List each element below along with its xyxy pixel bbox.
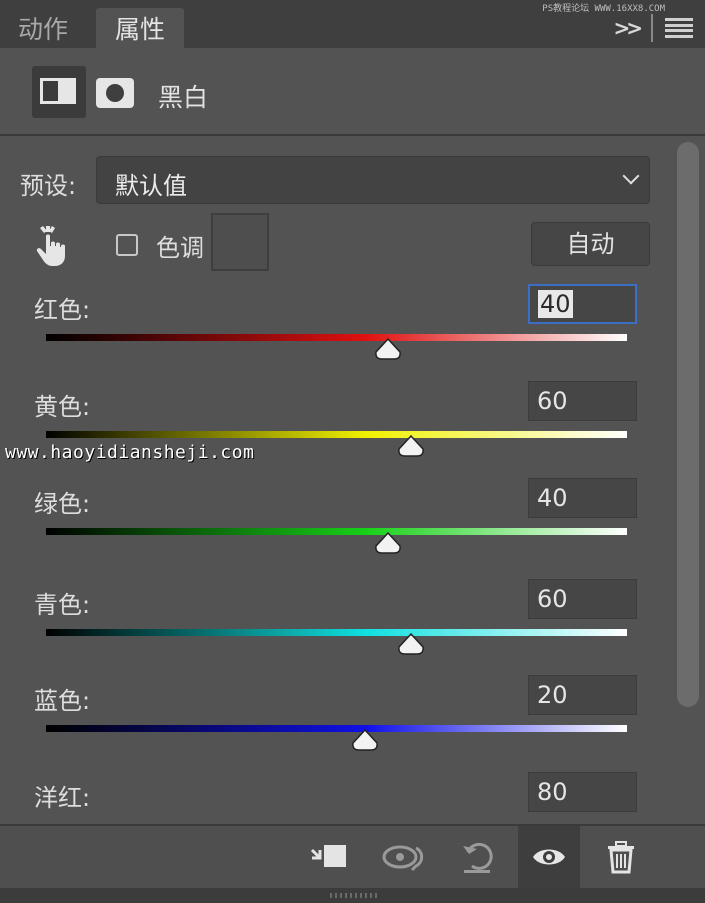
tint-checkbox[interactable] bbox=[116, 234, 138, 256]
collapse-panel-icon[interactable]: >> bbox=[613, 16, 642, 40]
slider-value-input[interactable]: 60 bbox=[528, 579, 637, 619]
adjustment-title: 黑白 bbox=[158, 83, 209, 112]
slider-track[interactable] bbox=[46, 431, 627, 438]
slider-value-input[interactable]: 40 bbox=[528, 478, 637, 518]
slider-label: 青色: bbox=[34, 591, 91, 619]
tint-color-swatch[interactable] bbox=[211, 213, 269, 271]
slider-track[interactable] bbox=[46, 334, 627, 341]
slider-thumb[interactable] bbox=[374, 532, 402, 554]
chevron-down-icon bbox=[622, 167, 640, 185]
slider-value-input[interactable]: 20 bbox=[528, 675, 637, 715]
scrollbar[interactable] bbox=[677, 142, 699, 707]
slider-thumb[interactable] bbox=[374, 338, 402, 360]
visibility-eye-icon bbox=[533, 849, 565, 865]
slider-value-text: 60 bbox=[537, 585, 568, 613]
slider-label: 洋红: bbox=[34, 784, 91, 812]
slider-value-input[interactable]: 80 bbox=[528, 772, 637, 812]
slider-label: 绿色: bbox=[34, 490, 91, 518]
visibility-toggle[interactable] bbox=[518, 826, 580, 890]
slider-track[interactable] bbox=[46, 725, 627, 732]
preset-label: 预设: bbox=[20, 172, 77, 200]
panel-resize-grip[interactable] bbox=[0, 888, 705, 903]
slider-thumb[interactable] bbox=[397, 633, 425, 655]
preset-dropdown[interactable]: 默认值 bbox=[96, 156, 650, 204]
slider-track[interactable] bbox=[46, 629, 627, 636]
slider-value-text: 60 bbox=[537, 387, 568, 415]
slider-label: 黄色: bbox=[34, 393, 91, 421]
clip-to-layer-icon[interactable] bbox=[310, 840, 346, 874]
slider-label: 红色: bbox=[34, 296, 91, 324]
targeted-adjustment-hand-icon[interactable] bbox=[34, 222, 74, 266]
slider-value-text: 40 bbox=[537, 484, 568, 512]
tab-tools: >> bbox=[613, 12, 693, 44]
tab-actions[interactable]: 动作 bbox=[18, 8, 68, 48]
preset-value: 默认值 bbox=[115, 172, 187, 200]
slider-value-text: 20 bbox=[537, 681, 568, 709]
slider-value-text: 80 bbox=[537, 778, 568, 806]
tint-label: 色调 bbox=[156, 234, 204, 262]
adjustment-layer-icon[interactable] bbox=[32, 66, 86, 118]
slider-label: 蓝色: bbox=[34, 687, 91, 715]
panel-menu-icon[interactable] bbox=[665, 18, 693, 38]
slider-thumb[interactable] bbox=[397, 435, 425, 457]
slider-value-input[interactable]: 40 bbox=[528, 284, 637, 324]
reset-icon[interactable] bbox=[460, 840, 496, 874]
panel-tab-bar: 动作 属性 PS教程论坛 WWW.16XX8.COM >> bbox=[0, 0, 705, 48]
view-previous-state-icon[interactable] bbox=[382, 840, 430, 874]
tab-divider bbox=[651, 14, 653, 42]
slider-track[interactable] bbox=[46, 528, 627, 535]
auto-button[interactable]: 自动 bbox=[531, 222, 650, 266]
slider-thumb[interactable] bbox=[351, 729, 379, 751]
slider-value-input[interactable]: 60 bbox=[528, 381, 637, 421]
slider-value-text: 40 bbox=[538, 290, 573, 318]
properties-header: 黑白 bbox=[0, 48, 705, 136]
trash-icon[interactable] bbox=[606, 840, 636, 874]
bottom-toolbar bbox=[0, 824, 705, 890]
layer-mask-icon[interactable] bbox=[96, 78, 134, 108]
site-watermark: www.haoyidiansheji.com bbox=[5, 442, 255, 463]
tab-properties[interactable]: 属性 bbox=[96, 8, 184, 48]
